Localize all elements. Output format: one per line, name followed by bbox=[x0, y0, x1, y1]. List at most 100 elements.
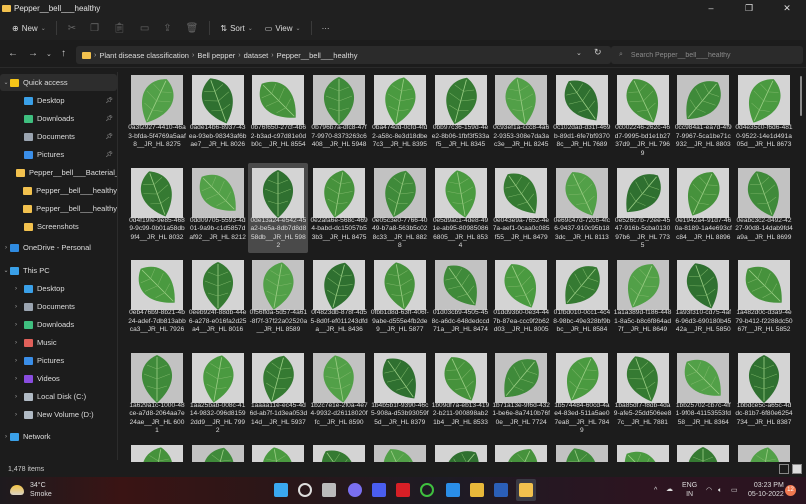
expand-chevron-icon[interactable]: › bbox=[12, 358, 20, 364]
cut-icon[interactable]: ✂ bbox=[61, 23, 83, 34]
sidebar-item[interactable]: › New Volume (D:) bbox=[0, 406, 117, 423]
new-button[interactable]: ⊕ New ⌄ bbox=[6, 24, 52, 33]
language-indicator[interactable]: ENG IN bbox=[682, 481, 697, 499]
expand-chevron-icon[interactable]: ⌄ bbox=[2, 79, 10, 86]
netflix-icon[interactable] bbox=[396, 483, 410, 497]
file-item[interactable]: 0e1942a4-91d7-460a-8189-1a4e693cfc84__JR… bbox=[673, 163, 733, 253]
sidebar-item[interactable]: › Videos bbox=[0, 370, 117, 387]
file-item[interactable]: 0ade14b6-8937-43ea-93eb-98343af6bae7__JR… bbox=[188, 70, 248, 160]
sidebar-item[interactable]: Pictures 📌︎ bbox=[0, 146, 117, 163]
sidebar-item[interactable]: ⌄ Quick access bbox=[0, 74, 117, 91]
file-item[interactable]: 0eeb924f-88db-44e6-a278-e016fa2d25a4__JR… bbox=[188, 255, 248, 345]
sidebar-item[interactable]: Pepper__bell___healthy bbox=[0, 200, 117, 217]
search-box[interactable]: ⌕ bbox=[611, 46, 803, 64]
file-item[interactable]: 0de13a24-e542-45a2-be5a-8db7d8d858db__JR… bbox=[248, 162, 309, 253]
file-item[interactable]: 1ba85df7-f8db-4da9-afe5-25dd506ee87c__JR… bbox=[613, 348, 673, 438]
up-icon[interactable]: ↑ bbox=[61, 48, 66, 59]
file-item[interactable]: 01dd93b0-0e34-447b-87ea-ccc9f2b62d03__JR… bbox=[491, 255, 551, 345]
task-view-icon[interactable] bbox=[322, 483, 336, 497]
sidebar-item[interactable]: › Documents bbox=[0, 298, 117, 315]
clock[interactable]: 03:23 PM 05-10-2022 bbox=[748, 481, 784, 499]
sidebar-item[interactable]: Screenshots bbox=[0, 218, 117, 235]
view-button[interactable]: ▭ View ⌄ bbox=[259, 24, 307, 33]
maximize-button[interactable]: ❐ bbox=[730, 0, 768, 16]
file-item[interactable]: 01d03cb9-4505-458c-a6dc-648dedccd71a__JR… bbox=[431, 255, 491, 345]
expand-chevron-icon[interactable]: ⌄ bbox=[2, 267, 10, 274]
file-item[interactable]: 01fbd010-0cc1-4c48-98bc-49e328bf9bbc__JR… bbox=[552, 255, 612, 345]
expand-chevron-icon[interactable]: › bbox=[2, 245, 10, 251]
chrome-icon[interactable] bbox=[470, 483, 484, 497]
file-item[interactable]: 0eb476b9-8b21-4b24-adef-7db813abbca3__JR… bbox=[127, 255, 187, 345]
copy-icon[interactable]: ❐ bbox=[83, 23, 106, 34]
back-icon[interactable]: ← bbox=[8, 48, 18, 59]
sidebar-item[interactable]: › Network bbox=[0, 428, 117, 445]
refresh-icon[interactable]: ↻ bbox=[594, 47, 602, 58]
scrollbar-thumb[interactable] bbox=[800, 76, 802, 116]
scrollbar[interactable] bbox=[798, 70, 804, 462]
sidebar-item[interactable]: Desktop 📌︎ bbox=[0, 92, 117, 109]
file-item[interactable]: 0cc984a1-ea7d-4f97-9967-5ca1be71c932__JR… bbox=[673, 70, 733, 160]
file-item[interactable]: 0f4823db-878f-4d55-8d0f-ef011243dfda__JR… bbox=[309, 255, 369, 345]
expand-chevron-icon[interactable]: › bbox=[2, 434, 10, 440]
expand-chevron-icon[interactable]: › bbox=[12, 412, 20, 418]
file-item[interactable]: 0e5d9ac1-4de8-491e-ab95-809850866805__JR… bbox=[431, 163, 491, 253]
expand-chevron-icon[interactable]: › bbox=[12, 394, 20, 400]
sidebar-item[interactable]: › Pictures bbox=[0, 352, 117, 369]
file-item[interactable]: 1a629a1c-1000-48ce-a7d8-2064aa7e24ae__JR… bbox=[127, 348, 187, 438]
expand-chevron-icon[interactable]: › bbox=[12, 340, 20, 346]
file-item[interactable]: 1bb25702-cb7c-4ff1-9f08-41153553fd58__JR… bbox=[673, 348, 733, 438]
file-item[interactable]: 1b4b5b1f-9390-46c5-908a-d53b93059f5d__JR… bbox=[370, 348, 430, 438]
expand-chevron-icon[interactable]: › bbox=[12, 304, 20, 310]
sidebar-item[interactable]: › Desktop bbox=[0, 280, 117, 297]
battery-icon[interactable]: ▭ bbox=[731, 486, 738, 495]
file-item[interactable]: 1aa25bab-008c-4114-9832-096d81592dd9__JR… bbox=[188, 348, 248, 438]
file-item[interactable]: 1b2c7e1e-2f0a-4e74-9932-d26118020ffc__JR… bbox=[309, 348, 369, 438]
breadcrumb-item[interactable]: dataset bbox=[244, 51, 269, 60]
sidebar-item[interactable]: › Downloads bbox=[0, 316, 117, 333]
file-item[interactable]: 0dd09705-5593-4d01-9a9b-c1d5857daf92__JR… bbox=[188, 163, 248, 253]
file-item[interactable]: 0e526c7b-72ee-4547-916b-5cba013097b6__JR… bbox=[613, 163, 673, 253]
file-item[interactable]: 1a93f310-cd75-4af6-96d3-690180b4542a__JR… bbox=[673, 255, 733, 345]
file-item[interactable]: 1aaaa11e-ec45-4d6d-ab7f-1d3ea053d14d__JR… bbox=[248, 348, 308, 438]
file-item[interactable]: 0f56ffda-5d57-4a61-8f7f-37f22a02520a__JR… bbox=[248, 255, 308, 345]
sidebar-item[interactable]: Documents 📌︎ bbox=[0, 128, 117, 145]
start-icon[interactable] bbox=[274, 483, 288, 497]
volume-icon[interactable]: 🔈︎ bbox=[718, 486, 722, 495]
file-item[interactable]: 0d4f19fe-9e85-4689-9c99-0b01a58db9f4__JR… bbox=[127, 163, 187, 253]
file-item[interactable]: 1bbdce5c-a65c-4ddc-81b7-6f80e6254734__JR… bbox=[734, 348, 794, 438]
word-icon[interactable] bbox=[494, 483, 508, 497]
recent-locations-icon[interactable]: ⌄ bbox=[46, 50, 52, 58]
file-item[interactable]: 1b574484-60cd-4ae4-83ed-511a5ae07ea8__JR… bbox=[552, 348, 612, 438]
sidebar-item[interactable]: Downloads 📌︎ bbox=[0, 110, 117, 127]
app-icon[interactable] bbox=[372, 483, 386, 497]
file-item[interactable]: 0d4e35c0-f6d6-4810-9522-14e1d491a05d__JR… bbox=[734, 70, 794, 160]
file-item[interactable]: 0b76f650-27cf-4b62-b3ad-c97d81e0db0c__JR… bbox=[248, 70, 308, 160]
breadcrumb-item[interactable]: Plant disease classification bbox=[99, 51, 189, 60]
minimize-button[interactable]: – bbox=[692, 0, 730, 16]
file-item[interactable]: 0e69c47d-72c6-4fc6-9437-910c95b183dc__JR… bbox=[552, 163, 612, 253]
sidebar-item[interactable]: Pepper__bell___healthy bbox=[0, 182, 117, 199]
file-item[interactable]: 0ba474dd-0cfd-4fd2-a58c-8e3d18dbe7c3__JR… bbox=[370, 70, 430, 160]
paste-icon[interactable]: 📋︎ bbox=[106, 23, 133, 34]
sidebar-item[interactable]: › Music bbox=[0, 334, 117, 351]
forward-icon[interactable]: → bbox=[28, 48, 38, 59]
file-item[interactable]: 1b71a13e-9f6d-4321-be6e-8a7410b76f0e__JR… bbox=[491, 348, 551, 438]
file-item[interactable]: 0c93ef1a-ccc8-4a62-9353-308e7da3ac3e__JR… bbox=[491, 70, 551, 160]
address-history-icon[interactable]: ⌄ bbox=[576, 49, 582, 57]
notification-badge[interactable]: 12 bbox=[785, 485, 796, 496]
weather-widget[interactable]: 34°C Smoke bbox=[10, 481, 52, 499]
file-item[interactable]: 0e05c3e0-7766-4049-b7a8-563b5c028c33__JR… bbox=[370, 163, 430, 253]
expand-chevron-icon[interactable]: › bbox=[12, 376, 20, 382]
sidebar-item[interactable]: ⌄ This PC bbox=[0, 262, 117, 279]
file-item[interactable]: 0c102dad-d31f-469b-89d1-6fe7bf93708c__JR… bbox=[552, 70, 612, 160]
file-explorer-icon[interactable] bbox=[516, 479, 536, 501]
expand-chevron-icon[interactable]: › bbox=[12, 286, 20, 292]
wifi-icon[interactable]: ◠ bbox=[706, 486, 712, 495]
onedrive-icon[interactable]: ☁ bbox=[666, 485, 673, 494]
expand-chevron-icon[interactable]: › bbox=[12, 322, 20, 328]
file-item[interactable]: 0eabc3c2-d492-4227-90d8-14dab9fd4a9a__JR… bbox=[734, 163, 794, 253]
vscode-icon[interactable] bbox=[446, 483, 460, 497]
share-icon[interactable]: ⇪ bbox=[156, 23, 178, 34]
file-item[interactable]: 0c002246-262c-46d7-9995-bd1e1b2737d9__JR… bbox=[613, 70, 673, 160]
sidebar-item[interactable]: › Local Disk (C:) bbox=[0, 388, 117, 405]
